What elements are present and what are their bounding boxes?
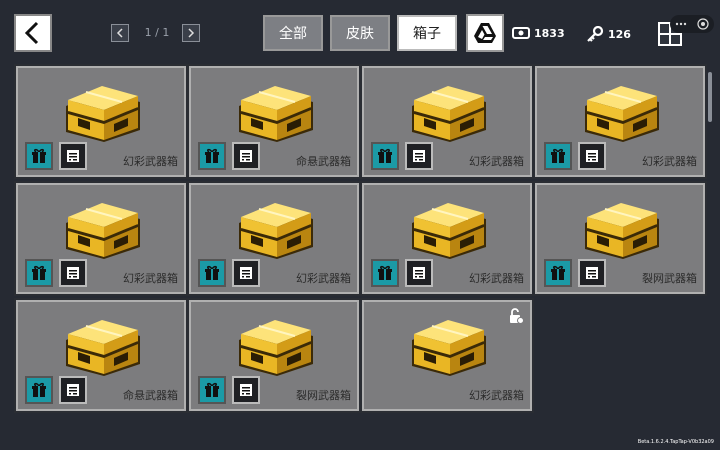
receipt-icon (67, 384, 79, 396)
coin-count: 1833 (534, 26, 565, 40)
receipt-icon (413, 267, 425, 279)
chevron-right-icon (188, 28, 195, 38)
box-name: 幻彩武器箱 (123, 155, 178, 168)
treasure-chest-icon (239, 203, 313, 259)
box-name: 幻彩武器箱 (296, 272, 351, 285)
gift-icon (205, 382, 219, 397)
receipt-icon (240, 150, 252, 162)
box-card[interactable]: 幻彩武器箱 (14, 181, 188, 296)
key-count: 126 (608, 27, 631, 41)
box-name: 幻彩武器箱 (469, 155, 524, 168)
details-button[interactable] (59, 376, 87, 404)
treasure-chest-icon (66, 320, 140, 376)
details-button[interactable] (232, 142, 260, 170)
receipt-icon (586, 267, 598, 279)
next-page-button[interactable] (182, 24, 200, 42)
unlock-icon (510, 308, 524, 324)
box-card[interactable]: 幻彩武器箱 (14, 64, 188, 179)
details-button[interactable] (405, 142, 433, 170)
receipt-icon (67, 267, 79, 279)
box-name: 裂网武器箱 (642, 272, 697, 285)
gift-button[interactable] (198, 259, 226, 287)
receipt-icon (240, 267, 252, 279)
treasure-chest-icon (239, 320, 313, 376)
more-icon (675, 22, 687, 26)
gift-button[interactable] (25, 142, 53, 170)
close-circle-icon (697, 18, 709, 30)
box-card[interactable]: 裂网武器箱 (533, 181, 707, 296)
key-counter: 126 (586, 26, 631, 42)
back-button[interactable] (14, 14, 52, 52)
box-card[interactable]: 裂网武器箱 (187, 298, 361, 413)
details-button[interactable] (59, 259, 87, 287)
coin-icon (512, 27, 530, 39)
gift-icon (32, 265, 46, 280)
details-button[interactable] (59, 142, 87, 170)
box-card[interactable]: 命悬武器箱 (14, 298, 188, 413)
box-card[interactable]: 幻彩武器箱 (360, 298, 534, 413)
details-button[interactable] (232, 376, 260, 404)
gift-icon (205, 265, 219, 280)
page-indicator: 1 / 1 (144, 26, 170, 39)
gift-icon (378, 148, 392, 163)
gift-icon (32, 148, 46, 163)
scrollbar[interactable] (708, 72, 712, 122)
details-button[interactable] (578, 142, 606, 170)
version-label: Beta.1.6.2.4.TapTap-V0b32a09 (637, 439, 714, 445)
gift-icon (551, 148, 565, 163)
gift-button[interactable] (25, 376, 53, 404)
treasure-chest-icon (66, 203, 140, 259)
gift-button[interactable] (371, 142, 399, 170)
details-button[interactable] (405, 259, 433, 287)
box-card[interactable]: 命悬武器箱 (187, 64, 361, 179)
box-name: 命悬武器箱 (296, 155, 351, 168)
gift-icon (32, 382, 46, 397)
treasure-chest-icon (412, 203, 486, 259)
receipt-icon (413, 150, 425, 162)
gift-button[interactable] (544, 142, 572, 170)
box-card[interactable]: 幻彩武器箱 (187, 181, 361, 296)
prev-page-button[interactable] (111, 24, 129, 42)
treasure-chest-icon (585, 203, 659, 259)
key-icon (587, 26, 604, 42)
box-card[interactable]: 幻彩武器箱 (360, 64, 534, 179)
gift-button[interactable] (198, 142, 226, 170)
gift-icon (205, 148, 219, 163)
box-name: 裂网武器箱 (296, 389, 351, 402)
chevron-left-icon (24, 21, 39, 45)
box-name: 幻彩武器箱 (123, 272, 178, 285)
treasure-chest-icon (239, 86, 313, 142)
capsule-menu[interactable] (670, 15, 714, 33)
box-card[interactable]: 幻彩武器箱 (360, 181, 534, 296)
treasure-chest-icon (66, 86, 140, 142)
box-name: 幻彩武器箱 (469, 272, 524, 285)
treasure-chest-icon (412, 320, 486, 376)
treasure-chest-icon (585, 86, 659, 142)
gift-button[interactable] (25, 259, 53, 287)
box-card[interactable]: 幻彩武器箱 (533, 64, 707, 179)
receipt-icon (67, 150, 79, 162)
box-name: 命悬武器箱 (123, 389, 178, 402)
gift-icon (551, 265, 565, 280)
coin-counter: 1833 (512, 26, 565, 40)
drive-button[interactable] (466, 14, 504, 52)
gift-icon (378, 265, 392, 280)
details-button[interactable] (578, 259, 606, 287)
receipt-icon (586, 150, 598, 162)
tab-boxes[interactable]: 箱子 (397, 15, 457, 51)
treasure-chest-icon (412, 86, 486, 142)
receipt-icon (240, 384, 252, 396)
gift-button[interactable] (544, 259, 572, 287)
gift-button[interactable] (198, 376, 226, 404)
tab-skins[interactable]: 皮肤 (330, 15, 390, 51)
tab-all[interactable]: 全部 (263, 15, 323, 51)
drive-logo-icon (474, 23, 496, 43)
details-button[interactable] (232, 259, 260, 287)
box-name: 幻彩武器箱 (469, 389, 524, 402)
gift-button[interactable] (371, 259, 399, 287)
chevron-left-icon (116, 28, 123, 38)
box-name: 幻彩武器箱 (642, 155, 697, 168)
